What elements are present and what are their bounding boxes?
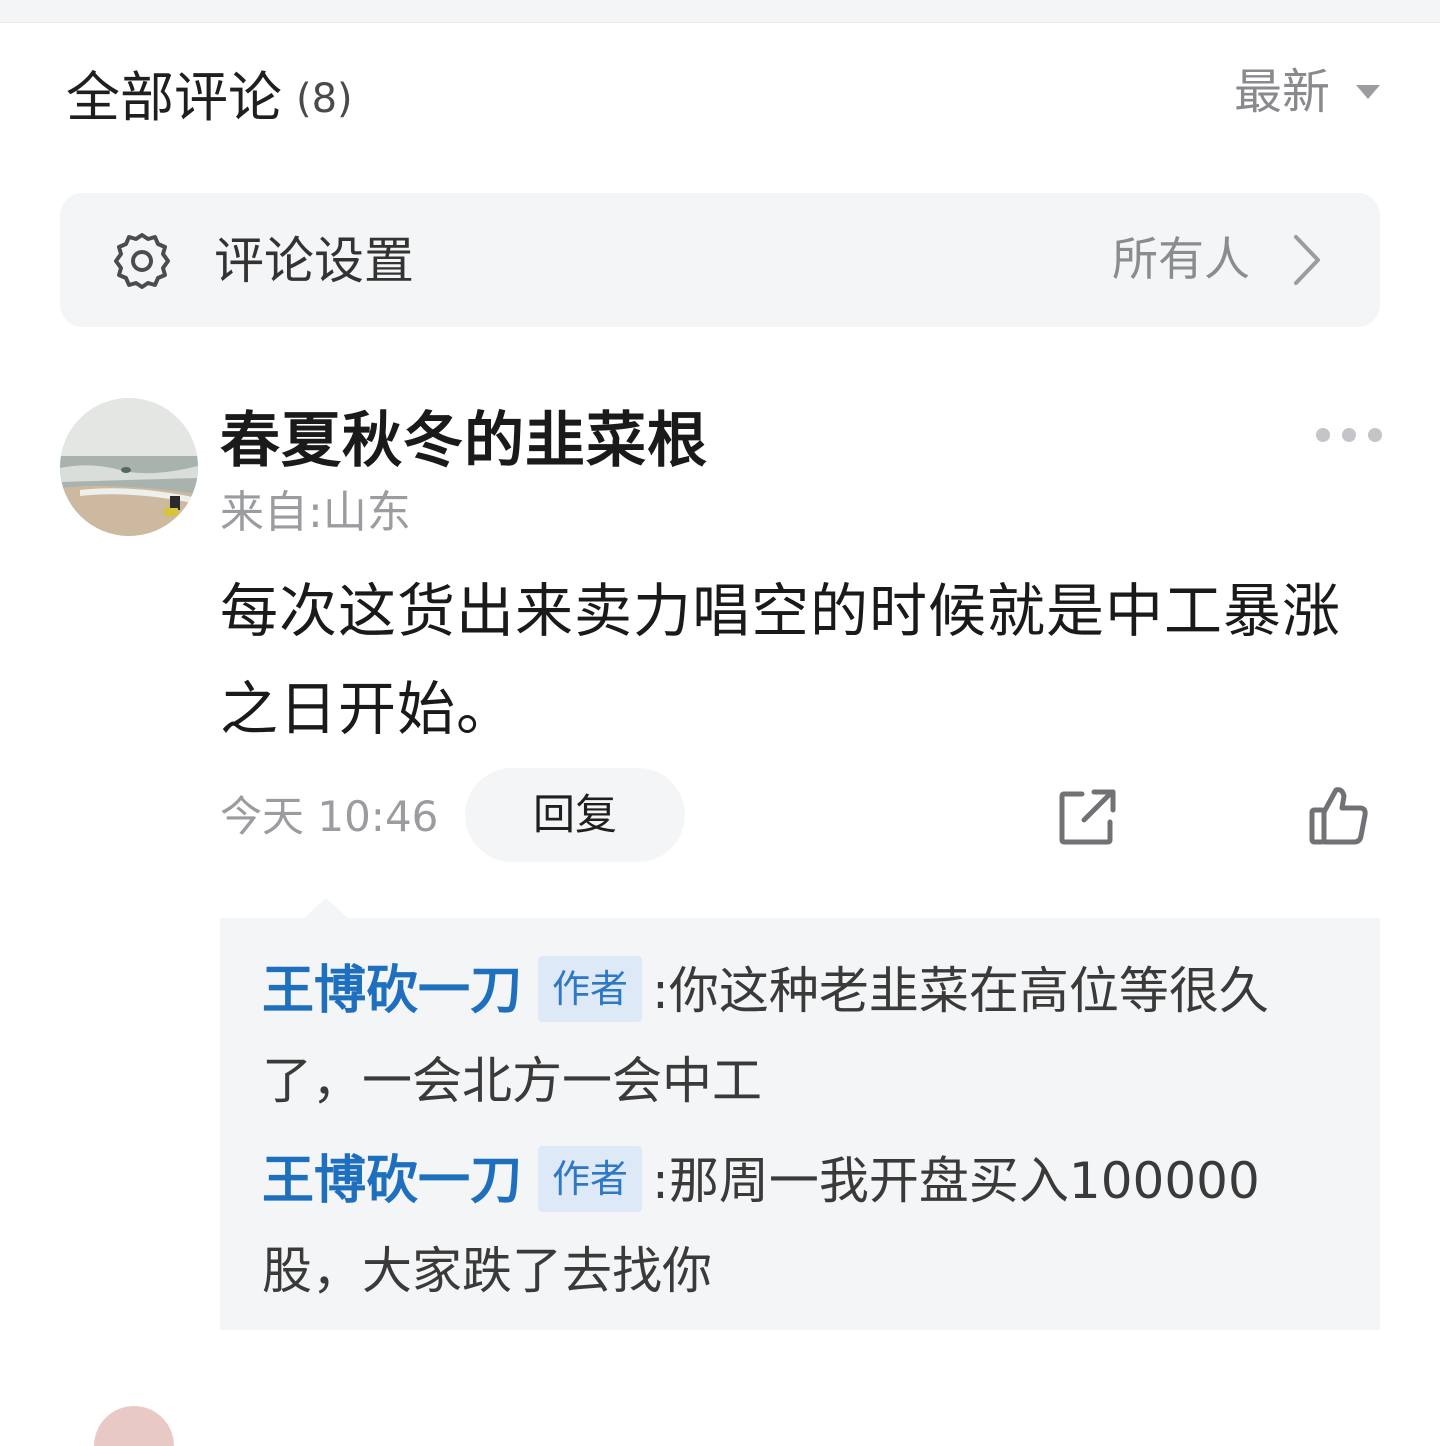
avatar[interactable] [60,398,198,536]
settings-value: 所有人 [1112,232,1250,286]
sort-label: 最新 [1233,64,1330,120]
more-options-icon[interactable] [1316,428,1382,442]
more-dot [1342,428,1356,442]
comment-username[interactable]: 春夏秋冬的韭菜根 [220,404,708,478]
comment-location: 来自:山东 [220,487,411,538]
reply-button[interactable]: 回复 [465,768,685,862]
comments-header: 全部评论 (8) [66,62,353,135]
comment-content: 每次这货出来卖力唱空的时候就是中工暴涨之日开始。 [220,577,1342,743]
more-dot [1316,428,1330,442]
comment-time: 今天 10:46 [220,792,439,841]
settings-title: 评论设置 [214,232,414,290]
author-badge: 作者 [538,1146,643,1212]
top-divider-strip [0,0,1440,23]
more-dot [1368,428,1382,442]
author-badge: 作者 [538,956,643,1022]
share-icon[interactable] [1058,788,1118,846]
avatar-beach-image [60,398,198,536]
reply-separator: : [652,962,669,1020]
chevron-right-icon [1294,235,1320,285]
reply-author[interactable]: 王博砍一刀 [262,961,522,1021]
next-comment-avatar[interactable] [94,1406,174,1446]
reply-separator: : [652,1152,669,1210]
comments-count: (8) [296,76,353,122]
comment-settings-row[interactable]: 评论设置 所有人 [60,193,1380,327]
gear-icon [114,233,170,289]
reply-item[interactable]: 王博砍一刀 作者:你这种老韭菜在高位等很久了，一会北方一会中工 [262,946,1342,1126]
sort-dropdown[interactable]: 最新 [1234,62,1380,122]
reply-author[interactable]: 王博砍一刀 [262,1151,522,1211]
caret-down-icon [1356,85,1380,99]
reply-box-pointer [304,898,348,918]
comments-title: 全部评论 [66,66,282,129]
reply-item[interactable]: 王博砍一刀 作者:那周一我开盘买入100000股，大家跌了去找你 [262,1136,1342,1316]
thumbs-up-icon[interactable] [1308,784,1370,846]
